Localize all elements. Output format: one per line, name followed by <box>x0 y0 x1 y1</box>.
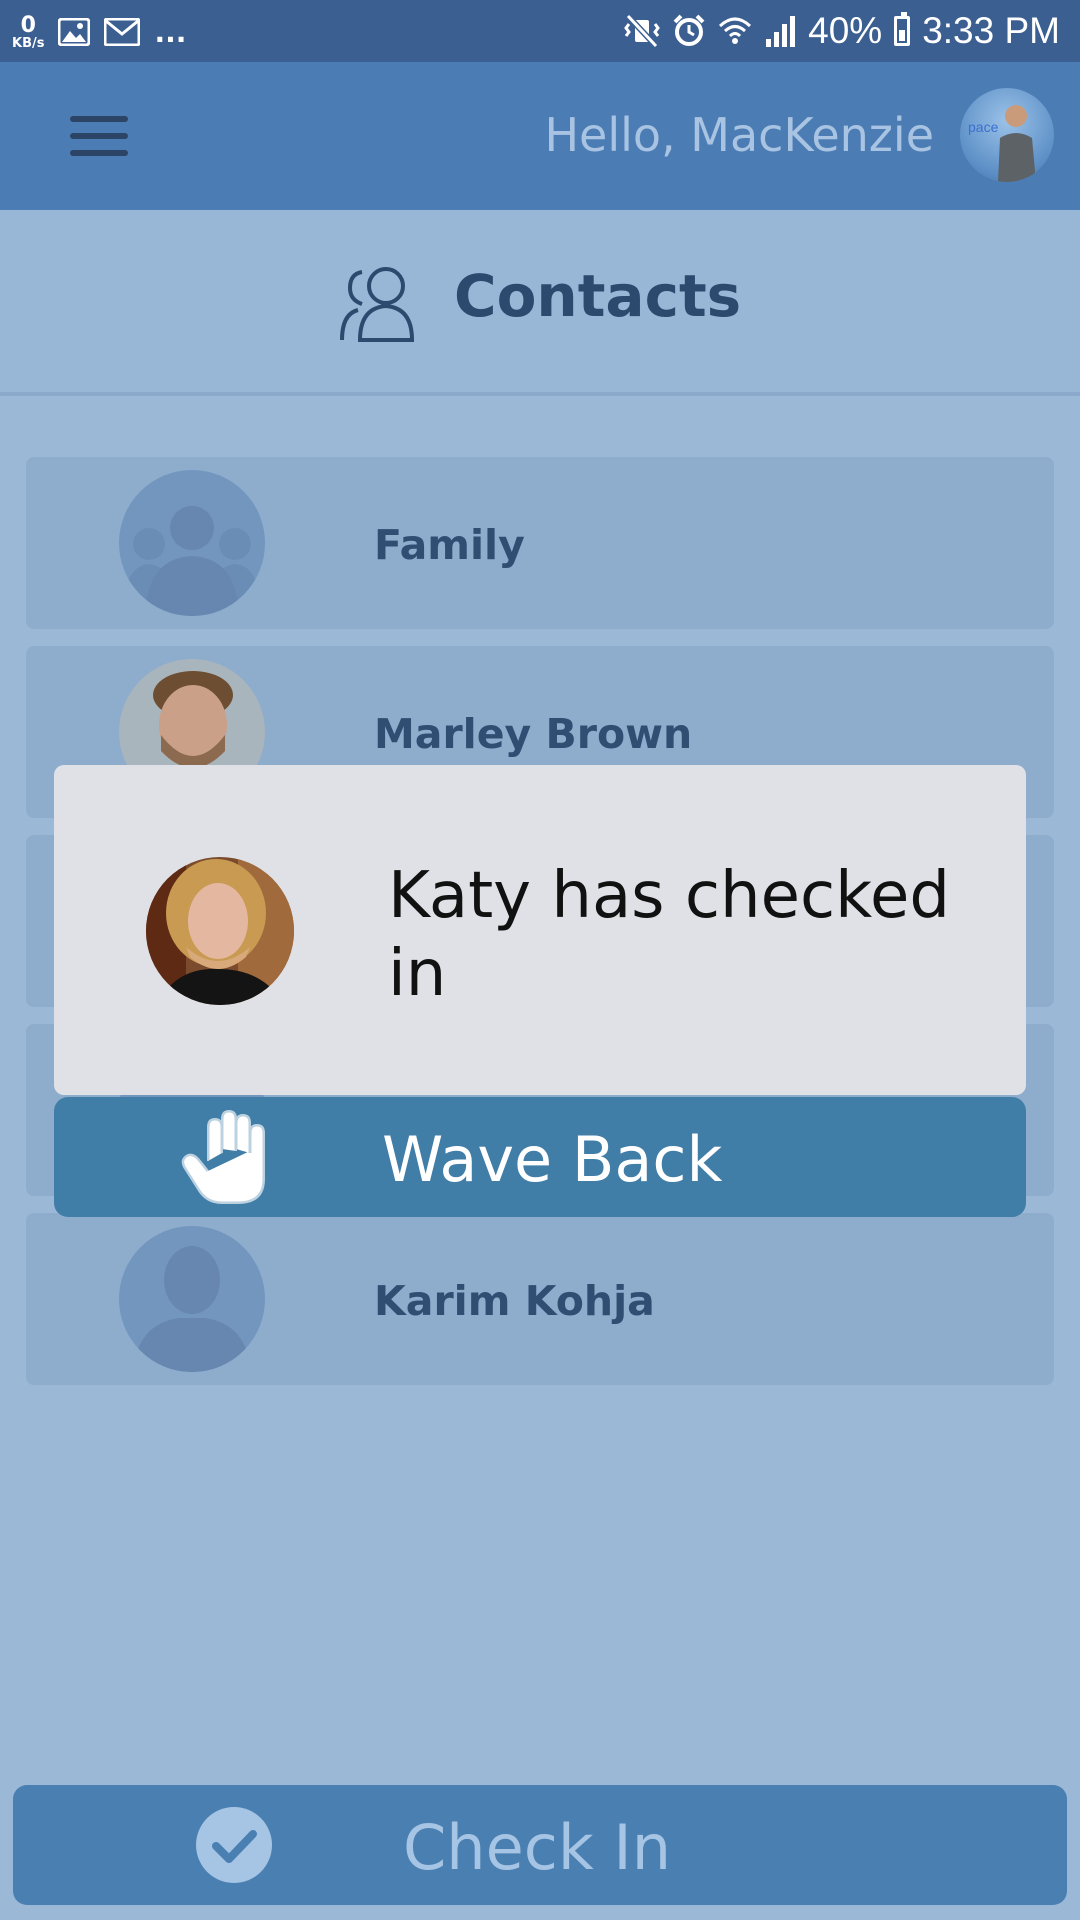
battery-icon <box>894 12 911 46</box>
status-bar: 0 KB/s ... 40% 3:33 PM <box>0 0 1080 62</box>
contacts-icon <box>340 267 415 342</box>
signal-icon <box>766 16 796 47</box>
checkmark-circle-icon <box>196 1807 272 1883</box>
battery-percent: 40% <box>808 10 883 51</box>
net-speed-unit: KB/s <box>12 35 45 51</box>
net-speed-value: 0 <box>20 12 36 38</box>
status-right: 40% 3:33 PM <box>624 8 1060 54</box>
katy-avatar <box>146 857 294 1005</box>
page-title: Contacts <box>454 262 742 330</box>
group-avatar-icon <box>119 470 265 616</box>
status-left: 0 KB/s ... <box>12 10 186 54</box>
alarm-icon <box>673 14 705 46</box>
contact-name: Family <box>374 521 525 569</box>
contact-name: Marley Brown <box>374 710 693 758</box>
vibrate-mute-icon <box>624 14 661 48</box>
user-avatar[interactable]: pace <box>960 88 1054 182</box>
net-speed-indicator: 0 KB/s <box>12 12 45 51</box>
more-notifications: ... <box>154 15 187 49</box>
user-avatar-image: pace <box>968 105 1036 182</box>
contact-item-family[interactable]: Family <box>26 457 1054 629</box>
menu-icon[interactable] <box>70 116 128 156</box>
image-notification-icon <box>58 18 91 46</box>
person-avatar-icon <box>119 1226 265 1372</box>
contact-item-karim-kohja[interactable]: Karim Kohja <box>26 1213 1054 1385</box>
check-in-button[interactable]: Check In <box>13 1785 1067 1905</box>
wifi-icon <box>719 17 752 44</box>
app-header: Hello, MacKenzie pace <box>0 62 1080 210</box>
hand-wave-icon <box>181 1109 266 1205</box>
svg-text:pace: pace <box>968 119 999 135</box>
gmail-notification-icon <box>104 18 141 46</box>
contact-name: Karim Kohja <box>374 1277 655 1325</box>
checkin-message: Katy has checked in <box>388 859 950 1011</box>
wave-back-button[interactable]: Wave Back <box>54 1097 1026 1217</box>
checkin-notification-dialog: Katy has checked in <box>54 765 1026 1095</box>
greeting-text: Hello, MacKenzie <box>544 108 934 162</box>
wave-back-label: Wave Back <box>382 1123 723 1196</box>
check-in-label: Check In <box>403 1811 672 1884</box>
clock: 3:33 PM <box>922 10 1060 51</box>
page-title-bar: Contacts <box>0 210 1080 396</box>
